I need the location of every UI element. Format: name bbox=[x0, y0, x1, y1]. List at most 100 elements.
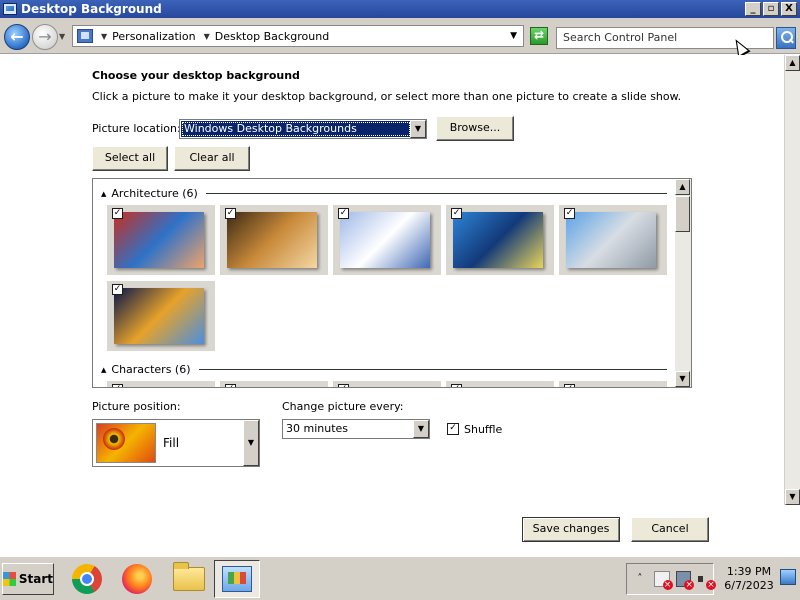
wallpaper-checkbox[interactable]: ✓ bbox=[564, 208, 575, 219]
firefox-icon bbox=[122, 564, 152, 594]
network-disconnected-icon[interactable] bbox=[675, 571, 694, 590]
select-all-button[interactable]: Select all bbox=[92, 146, 168, 171]
clear-all-button[interactable]: Clear all bbox=[174, 146, 250, 171]
collapse-group-icon[interactable]: ▲ bbox=[101, 190, 106, 198]
back-button[interactable]: ← bbox=[4, 24, 30, 50]
cancel-button[interactable]: Cancel bbox=[631, 517, 709, 542]
wallpaper-thumbnail[interactable]: ✓ bbox=[446, 381, 554, 387]
minimize-button[interactable]: _ bbox=[745, 2, 761, 16]
chevron-down-icon[interactable]: ▼ bbox=[413, 420, 429, 438]
forward-button[interactable]: → bbox=[32, 24, 58, 50]
shuffle-checkbox[interactable]: ✓ bbox=[447, 423, 459, 435]
refresh-button[interactable]: ⇄ bbox=[530, 27, 548, 45]
picture-position-label: Picture position: bbox=[92, 400, 181, 413]
wallpaper-thumbnail[interactable]: ✓ bbox=[333, 381, 441, 387]
wallpaper-checkbox[interactable]: ✓ bbox=[225, 384, 236, 387]
breadcrumb[interactable]: ▼ Personalization ▼ Desktop Background ▼ bbox=[72, 25, 524, 47]
wallpaper-checkbox[interactable]: ✓ bbox=[451, 384, 462, 387]
maximize-button[interactable]: ▫ bbox=[763, 2, 779, 16]
recent-pages-dropdown-icon[interactable]: ▼ bbox=[59, 32, 69, 42]
breadcrumb-separator-icon[interactable]: ▼ bbox=[204, 32, 210, 41]
start-button[interactable]: Start bbox=[2, 563, 54, 595]
taskbar-firefox[interactable] bbox=[114, 560, 160, 598]
scroll-up-icon[interactable]: ▲ bbox=[675, 179, 690, 195]
clock[interactable]: 1:39 PM 6/7/2023 bbox=[714, 565, 784, 593]
gallery-group-header[interactable]: ▲ Architecture (6) bbox=[101, 187, 667, 200]
wallpaper-thumbnail[interactable]: ✓ bbox=[220, 381, 328, 387]
chevron-down-icon[interactable]: ▼ bbox=[410, 120, 426, 138]
chrome-icon bbox=[72, 564, 102, 594]
taskbar-control-panel[interactable] bbox=[214, 560, 260, 598]
breadcrumb-desktop-background[interactable]: Desktop Background bbox=[215, 30, 330, 43]
collapse-group-icon[interactable]: ▲ bbox=[101, 366, 106, 374]
picture-gallery[interactable]: ▲ Architecture (6) ✓ ✓ ✓ ✓ ✓ ✓ ▲ Characters (6) ✓ ✓… bbox=[92, 178, 692, 388]
wallpaper-thumbnail[interactable]: ✓ bbox=[107, 281, 215, 351]
picture-location-select[interactable]: Windows Desktop Backgrounds ▼ bbox=[179, 119, 427, 139]
wallpaper-thumbnail[interactable]: ✓ bbox=[559, 205, 667, 275]
gallery-group-header[interactable]: ▲ Characters (6) bbox=[101, 363, 667, 376]
wallpaper-image bbox=[114, 288, 204, 344]
chevron-down-icon[interactable]: ▼ bbox=[243, 420, 259, 466]
scroll-up-icon[interactable]: ▲ bbox=[785, 55, 800, 71]
windows-logo-icon bbox=[3, 572, 16, 586]
wallpaper-image bbox=[227, 212, 317, 268]
page-title: Choose your desktop background bbox=[92, 69, 300, 82]
change-picture-interval-value: 30 minutes bbox=[286, 422, 349, 435]
gallery-scrollbar[interactable]: ▲ ▼ bbox=[675, 179, 691, 387]
picture-position-select[interactable]: Fill ▼ bbox=[92, 419, 260, 467]
breadcrumb-personalization[interactable]: Personalization bbox=[112, 30, 195, 43]
wallpaper-checkbox[interactable]: ✓ bbox=[112, 208, 123, 219]
wallpaper-checkbox[interactable]: ✓ bbox=[338, 208, 349, 219]
shuffle-label[interactable]: Shuffle bbox=[464, 423, 502, 436]
wallpaper-image bbox=[340, 212, 430, 268]
search-icon[interactable] bbox=[776, 27, 796, 49]
taskbar-chrome[interactable] bbox=[64, 560, 110, 598]
wallpaper-checkbox[interactable]: ✓ bbox=[338, 384, 349, 387]
change-picture-label: Change picture every: bbox=[282, 400, 404, 413]
scroll-down-icon[interactable]: ▼ bbox=[675, 371, 690, 387]
gallery-group-name: Characters (6) bbox=[111, 363, 191, 376]
window-scrollbar[interactable]: ▲ ▼ bbox=[784, 55, 800, 505]
scrollbar-thumb[interactable] bbox=[675, 196, 690, 232]
picture-location-label: Picture location: bbox=[92, 122, 181, 135]
breadcrumb-separator-icon[interactable]: ▼ bbox=[101, 32, 107, 41]
show-hidden-icons-icon[interactable]: ˄ bbox=[632, 571, 648, 587]
save-changes-button[interactable]: Save changes bbox=[522, 517, 620, 542]
page-description: Click a picture to make it your desktop … bbox=[92, 90, 682, 103]
folder-icon bbox=[173, 562, 205, 591]
wallpaper-checkbox[interactable]: ✓ bbox=[564, 384, 575, 387]
wallpaper-thumbnail[interactable]: ✓ bbox=[107, 381, 215, 387]
taskbar: Start ˄ 1:39 PM 6/7/2023 bbox=[0, 556, 800, 600]
wallpaper-image bbox=[566, 212, 656, 268]
wallpaper-checkbox[interactable]: ✓ bbox=[112, 284, 123, 295]
picture-position-value: Fill bbox=[163, 436, 180, 450]
action-center-warning-icon[interactable] bbox=[653, 571, 673, 590]
wallpaper-thumbnail[interactable]: ✓ bbox=[559, 381, 667, 387]
main-content: Choose your desktop background Click a p… bbox=[0, 55, 784, 555]
close-button[interactable]: X bbox=[781, 2, 797, 16]
browse-button[interactable]: Browse... bbox=[436, 116, 514, 141]
wallpaper-thumbnail[interactable]: ✓ bbox=[220, 205, 328, 275]
volume-muted-icon[interactable] bbox=[697, 571, 716, 590]
title-bar: Desktop Background _ ▫ X bbox=[0, 0, 800, 18]
address-dropdown-icon[interactable]: ▼ bbox=[510, 31, 517, 41]
wallpaper-checkbox[interactable]: ✓ bbox=[225, 208, 236, 219]
show-desktop-icon[interactable] bbox=[780, 569, 796, 585]
control-panel-icon bbox=[222, 566, 252, 592]
wallpaper-thumbnail[interactable]: ✓ bbox=[107, 205, 215, 275]
clock-time: 1:39 PM bbox=[726, 565, 772, 578]
scroll-down-icon[interactable]: ▼ bbox=[785, 489, 800, 505]
start-label: Start bbox=[18, 572, 53, 586]
wallpaper-image bbox=[114, 212, 204, 268]
wallpaper-image bbox=[453, 212, 543, 268]
wallpaper-checkbox[interactable]: ✓ bbox=[112, 384, 123, 387]
wallpaper-thumbnail[interactable]: ✓ bbox=[446, 205, 554, 275]
wallpaper-checkbox[interactable]: ✓ bbox=[451, 208, 462, 219]
change-picture-interval-select[interactable]: 30 minutes ▼ bbox=[282, 419, 430, 439]
gallery-group-name: Architecture (6) bbox=[111, 187, 198, 200]
taskbar-explorer[interactable] bbox=[166, 560, 212, 598]
window-title: Desktop Background bbox=[21, 2, 162, 16]
clock-date: 6/7/2023 bbox=[724, 579, 774, 592]
system-tray: ˄ bbox=[626, 563, 716, 595]
wallpaper-thumbnail[interactable]: ✓ bbox=[333, 205, 441, 275]
